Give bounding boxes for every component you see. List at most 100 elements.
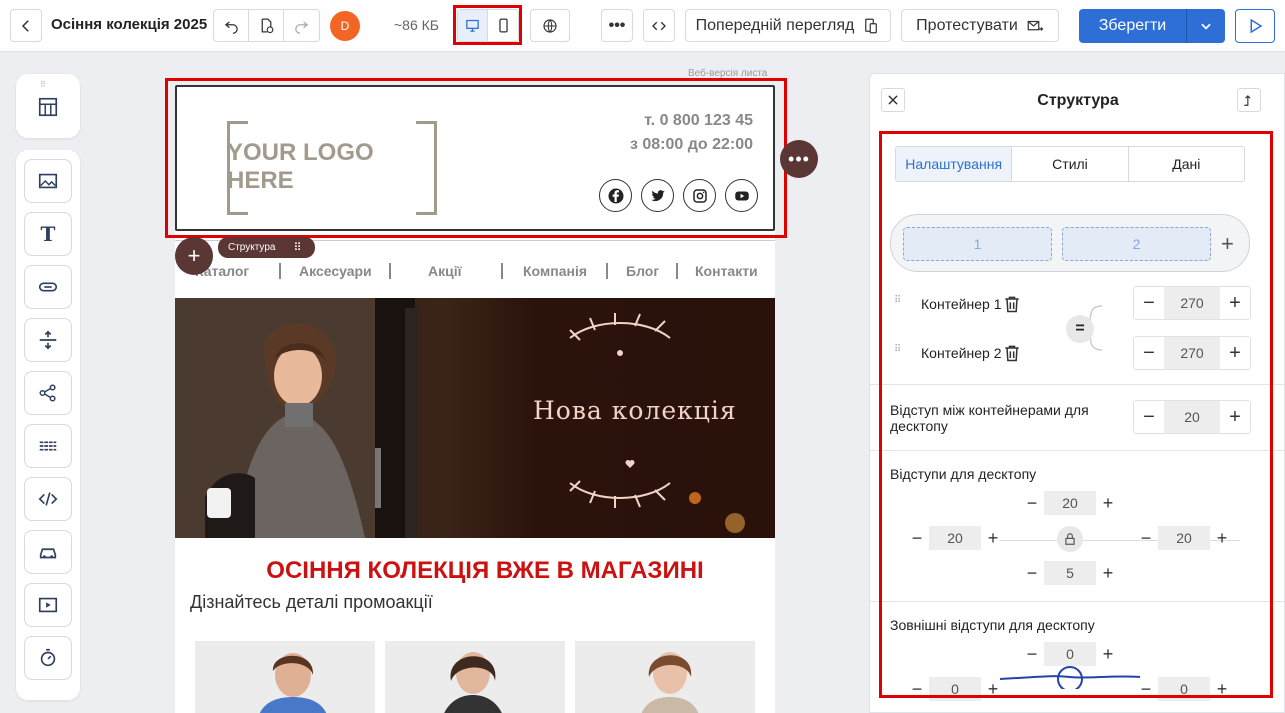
margin-left-stepper[interactable]: − 0 + — [905, 677, 1005, 701]
container-1-width-stepper[interactable]: − 270 + — [1133, 286, 1251, 320]
container-2-width-stepper[interactable]: − 270 + — [1133, 336, 1251, 370]
increment-button[interactable]: + — [1096, 561, 1120, 585]
drag-handle-icon[interactable]: ⠿ — [40, 80, 47, 89]
decrement-button[interactable]: − — [1134, 337, 1164, 369]
decrement-button[interactable]: − — [905, 677, 929, 701]
hero-banner[interactable]: Нова колекція — [175, 298, 775, 538]
test-send-button[interactable]: Протестувати — [901, 9, 1059, 42]
preview-button[interactable]: Попередній перегляд — [685, 9, 891, 42]
structure-tag[interactable]: Структура ⠿ — [218, 237, 315, 258]
increment-button[interactable]: + — [1210, 526, 1234, 550]
padding-left-value[interactable]: 20 — [929, 526, 981, 550]
padding-top-stepper[interactable]: − 20 + — [1020, 491, 1120, 515]
column-1[interactable]: 1 — [903, 227, 1052, 261]
timer-block-tool[interactable] — [24, 636, 72, 680]
html-block-tool[interactable] — [24, 477, 72, 521]
drag-handle-icon[interactable]: ⠿ — [293, 241, 302, 254]
increment-button[interactable]: + — [1210, 677, 1234, 701]
youtube-link[interactable] — [725, 179, 758, 212]
padding-bottom-value[interactable]: 5 — [1044, 561, 1096, 585]
container-2-width-value[interactable]: 270 — [1164, 337, 1220, 369]
decrement-button[interactable]: − — [1134, 287, 1164, 319]
promo-subtitle[interactable]: Дізнайтесь деталі промоакції — [190, 592, 433, 613]
gap-value[interactable]: 20 — [1164, 401, 1220, 433]
send-button[interactable] — [1235, 9, 1275, 43]
undo-button[interactable] — [214, 10, 249, 41]
decrement-button[interactable]: − — [905, 526, 929, 550]
increment-button[interactable]: + — [981, 526, 1005, 550]
desktop-view-button[interactable] — [458, 10, 489, 41]
padding-lock-button[interactable] — [1057, 526, 1083, 552]
nav-promotions[interactable]: Акції — [428, 263, 462, 279]
campaign-title[interactable]: Осіння колекція 2025 — [51, 16, 207, 33]
padding-left-stepper[interactable]: − 20 + — [905, 526, 1005, 550]
logo-placeholder[interactable]: YOUR LOGO HERE — [227, 121, 437, 215]
container-1-width-value[interactable]: 270 — [1164, 287, 1220, 319]
nav-contacts[interactable]: Контакти — [695, 263, 758, 279]
trash-icon[interactable] — [1002, 342, 1022, 364]
image-block-tool[interactable] — [24, 159, 72, 203]
increment-button[interactable]: + — [1220, 337, 1250, 369]
margin-left-value[interactable]: 0 — [929, 677, 981, 701]
select-parent-button[interactable] — [1237, 88, 1261, 112]
video-block-tool[interactable] — [24, 583, 72, 627]
decrement-button[interactable]: − — [1134, 526, 1158, 550]
redo-button[interactable] — [284, 10, 319, 41]
padding-right-value[interactable]: 20 — [1158, 526, 1210, 550]
margin-right-value[interactable]: 0 — [1158, 677, 1210, 701]
tab-data[interactable]: Дані — [1129, 147, 1244, 181]
product-image-2[interactable] — [385, 641, 565, 713]
language-button[interactable] — [530, 9, 570, 42]
twitter-link[interactable] — [641, 179, 674, 212]
save-options-button[interactable] — [1187, 9, 1225, 43]
tab-styles[interactable]: Стилі — [1012, 147, 1129, 181]
code-view-button[interactable] — [643, 9, 675, 42]
add-column-button[interactable]: + — [1221, 231, 1234, 257]
instagram-link[interactable] — [683, 179, 716, 212]
avatar[interactable]: D — [330, 11, 360, 41]
spacer-block-tool[interactable] — [24, 318, 72, 362]
padding-bottom-stepper[interactable]: − 5 + — [1020, 561, 1120, 585]
history-button[interactable] — [249, 10, 284, 41]
decrement-button[interactable]: − — [1020, 561, 1044, 585]
more-menu-button[interactable]: ••• — [601, 9, 633, 42]
save-button[interactable]: Зберегти — [1079, 9, 1187, 43]
mobile-view-button[interactable] — [488, 10, 518, 41]
increment-button[interactable]: + — [1220, 401, 1250, 433]
facebook-link[interactable] — [599, 179, 632, 212]
structure-options-button[interactable]: ••• — [780, 140, 818, 178]
increment-button[interactable]: + — [981, 677, 1005, 701]
decrement-button[interactable]: − — [1134, 401, 1164, 433]
banner-block-tool[interactable] — [24, 530, 72, 574]
tab-settings[interactable]: Налаштування — [896, 147, 1013, 181]
nav-blog[interactable]: Блог — [626, 263, 659, 279]
back-button[interactable] — [10, 9, 42, 42]
html-code-icon — [38, 492, 58, 506]
gap-stepper[interactable]: − 20 + — [1133, 400, 1251, 434]
decrement-button[interactable]: − — [1020, 491, 1044, 515]
increment-button[interactable]: + — [1220, 287, 1250, 319]
menu-block-tool[interactable] — [24, 424, 72, 468]
drag-handle-icon[interactable]: ⠿ — [894, 345, 906, 359]
social-block-tool[interactable] — [24, 371, 72, 415]
product-image-1[interactable] — [195, 641, 375, 713]
margin-right-stepper[interactable]: − 0 + — [1134, 677, 1234, 701]
column-2[interactable]: 2 — [1062, 227, 1211, 261]
web-version-link[interactable]: Веб-версія листа — [688, 68, 767, 79]
structure-block-icon[interactable] — [37, 96, 59, 118]
padding-right-stepper[interactable]: − 20 + — [1134, 526, 1234, 550]
promo-title[interactable]: ОСІННЯ КОЛЕКЦІЯ ВЖЕ В МАГАЗИНІ — [175, 557, 775, 585]
padding-top-value[interactable]: 20 — [1044, 491, 1096, 515]
nav-company[interactable]: Компанія — [523, 263, 587, 279]
nav-accessories[interactable]: Аксесуари — [299, 263, 372, 279]
button-block-tool[interactable] — [24, 265, 72, 309]
add-structure-button[interactable]: + — [175, 237, 213, 275]
equalize-widths-button[interactable]: = — [1066, 315, 1094, 343]
increment-button[interactable]: + — [1096, 491, 1120, 515]
text-block-tool[interactable]: T — [24, 212, 72, 256]
header-structure[interactable]: YOUR LOGO HERE т. 0 800 123 45 з 08:00 д… — [175, 85, 775, 231]
drag-handle-icon[interactable]: ⠿ — [894, 296, 906, 310]
decrement-button[interactable]: − — [1134, 677, 1158, 701]
trash-icon[interactable] — [1002, 293, 1022, 315]
product-image-3[interactable] — [575, 641, 755, 713]
